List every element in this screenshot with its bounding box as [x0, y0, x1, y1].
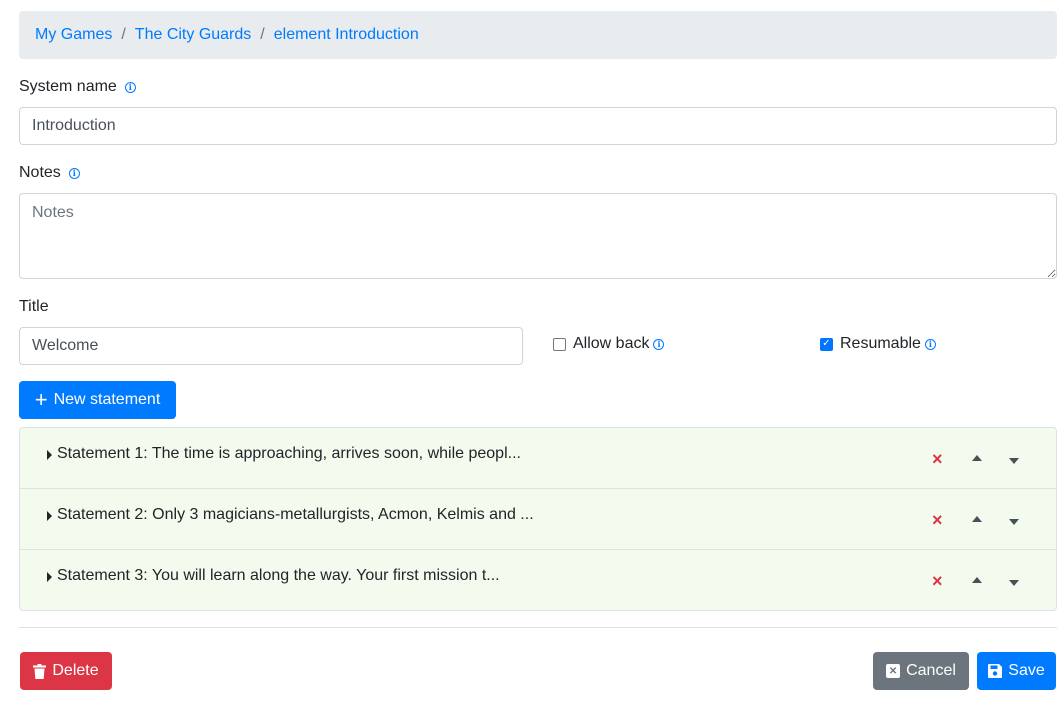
- statements-list: Statement 1: The time is approaching, ar…: [19, 427, 1057, 611]
- breadcrumb-item-my-games[interactable]: My Games: [35, 26, 112, 44]
- title-label: Title: [19, 298, 49, 315]
- breadcrumb-item-game[interactable]: The City Guards: [135, 26, 251, 44]
- breadcrumb-separator: /: [260, 26, 265, 43]
- system-name-label: System name i: [19, 78, 136, 96]
- allow-back-checkbox[interactable]: Allow back i: [553, 335, 665, 353]
- breadcrumb-separator: /: [121, 26, 126, 43]
- cancel-button[interactable]: ✕ Cancel: [873, 652, 969, 690]
- breadcrumb: My Games / The City Guards / element Int…: [19, 11, 1057, 59]
- statement-label[interactable]: Statement 2: Only 3 magicians-metallurgi…: [57, 506, 534, 524]
- plus-icon: +: [34, 387, 48, 412]
- divider: [19, 627, 1057, 628]
- statement-row[interactable]: Statement 3: You will learn along the wa…: [20, 550, 1056, 610]
- caret-right-icon[interactable]: [47, 450, 52, 460]
- checkbox-checked[interactable]: ✓: [820, 337, 833, 351]
- move-up-icon[interactable]: [972, 455, 982, 461]
- new-statement-button[interactable]: + New statement: [19, 381, 176, 419]
- statement-label[interactable]: Statement 1: The time is approaching, ar…: [57, 445, 521, 463]
- resumable-checkbox[interactable]: ✓ Resumable i: [820, 335, 936, 353]
- notes-textarea[interactable]: [19, 193, 1057, 279]
- notes-label: Notes i: [19, 164, 80, 182]
- save-button[interactable]: Save: [977, 652, 1056, 690]
- system-name-input[interactable]: [19, 107, 1057, 145]
- statement-row[interactable]: Statement 1: The time is approaching, ar…: [20, 428, 1056, 489]
- floppy-disk-icon: [988, 664, 1003, 678]
- delete-statement-icon[interactable]: ×: [932, 511, 943, 529]
- trash-icon: [33, 663, 47, 679]
- move-down-icon[interactable]: [1009, 519, 1019, 525]
- move-up-icon[interactable]: [972, 577, 982, 583]
- delete-button[interactable]: Delete: [20, 652, 112, 690]
- caret-right-icon[interactable]: [47, 511, 52, 521]
- breadcrumb-item-element[interactable]: element Introduction: [274, 26, 419, 44]
- statement-label[interactable]: Statement 3: You will learn along the wa…: [57, 567, 500, 585]
- title-input[interactable]: [19, 327, 523, 365]
- move-up-icon[interactable]: [972, 516, 982, 522]
- info-icon[interactable]: i: [653, 338, 665, 350]
- move-down-icon[interactable]: [1009, 458, 1019, 464]
- move-down-icon[interactable]: [1009, 580, 1019, 586]
- close-box-icon: ✕: [886, 664, 901, 678]
- info-icon[interactable]: i: [924, 338, 936, 350]
- delete-statement-icon[interactable]: ×: [932, 572, 943, 590]
- statement-row[interactable]: Statement 2: Only 3 magicians-metallurgi…: [20, 489, 1056, 550]
- info-icon[interactable]: i: [124, 81, 136, 93]
- caret-right-icon[interactable]: [47, 572, 52, 582]
- delete-statement-icon[interactable]: ×: [932, 450, 943, 468]
- info-icon[interactable]: i: [68, 167, 80, 179]
- checkbox-unchecked[interactable]: [553, 337, 566, 351]
